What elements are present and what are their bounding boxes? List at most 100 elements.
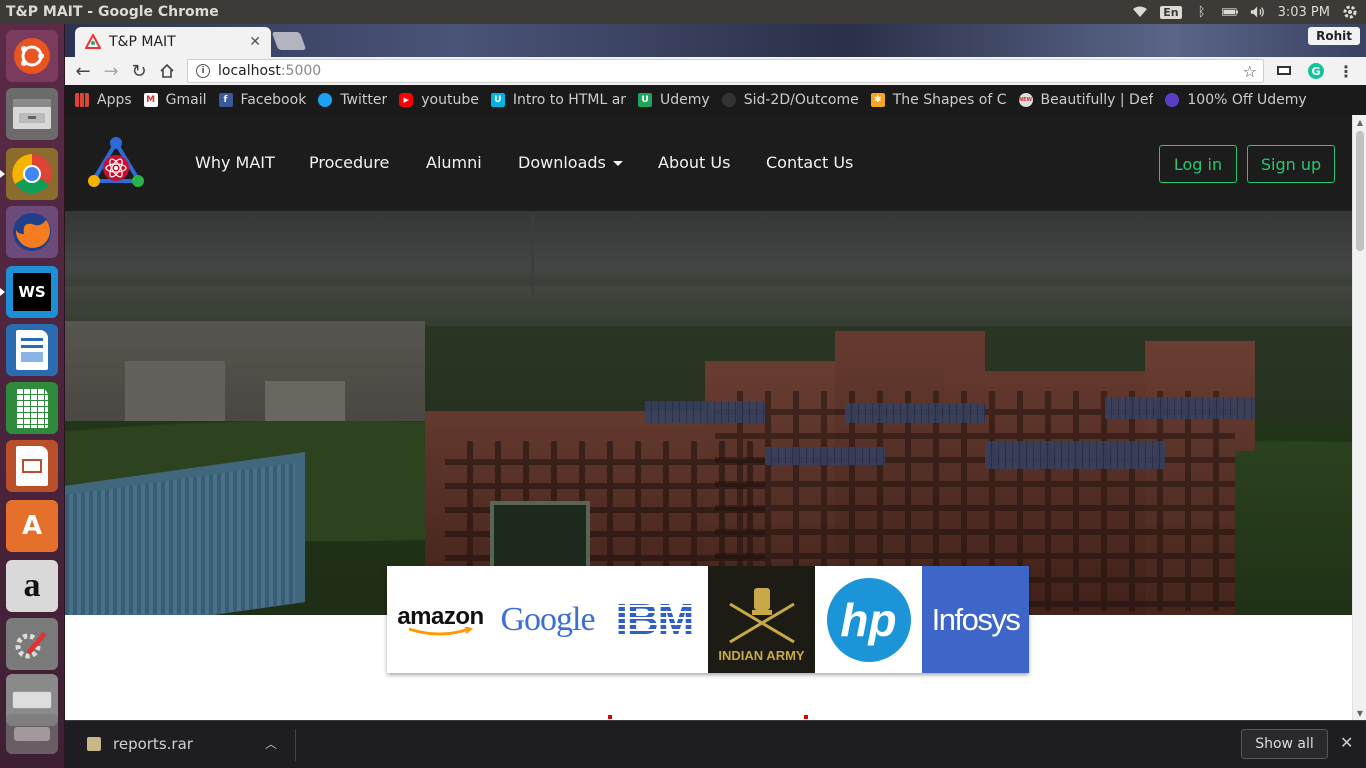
nav-downloads-label: Downloads bbox=[518, 153, 606, 172]
back-arrow-icon[interactable]: ← bbox=[69, 57, 97, 85]
volume-icon[interactable] bbox=[1250, 5, 1266, 19]
bookmark-apps[interactable]: Apps bbox=[75, 92, 132, 108]
recruiter-hp-logo: hp bbox=[815, 566, 922, 673]
bluetooth-icon[interactable]: ᛒ bbox=[1194, 5, 1210, 20]
launcher-trash[interactable] bbox=[6, 714, 58, 754]
nav-about-us[interactable]: About Us bbox=[658, 153, 730, 172]
launcher-libreoffice-impress[interactable] bbox=[6, 440, 58, 492]
nav-why-mait[interactable]: Why MAIT bbox=[195, 153, 275, 172]
scroll-up-arrow-icon[interactable]: ▲ bbox=[1353, 115, 1366, 129]
launcher-ubuntu-dash[interactable] bbox=[6, 30, 58, 82]
download-file-name[interactable]: reports.rar bbox=[113, 735, 193, 753]
bookmark-gmail[interactable]: M Gmail bbox=[143, 92, 207, 108]
udacity-icon: U bbox=[490, 93, 505, 107]
army-emblem-icon bbox=[728, 588, 795, 644]
asterisk-icon: ✱ bbox=[870, 93, 885, 107]
site-favicon-icon bbox=[84, 32, 102, 50]
profile-button[interactable]: Rohit bbox=[1308, 27, 1360, 45]
recruiter-google-logo: Google bbox=[494, 566, 601, 673]
youtube-icon: ▶ bbox=[399, 93, 414, 107]
reload-icon[interactable]: ↻ bbox=[125, 57, 153, 85]
clock[interactable]: 3:03 PM bbox=[1278, 5, 1330, 20]
bookmark-intro-html[interactable]: U Intro to HTML ar bbox=[490, 92, 626, 108]
bookmark-star-icon[interactable]: ☆ bbox=[1243, 62, 1257, 81]
nav-procedure[interactable]: Procedure bbox=[309, 153, 389, 172]
grammarly-extension-icon[interactable]: G bbox=[1306, 61, 1326, 81]
coupon-icon bbox=[1165, 93, 1180, 107]
home-icon[interactable] bbox=[153, 57, 181, 85]
shelf-divider bbox=[295, 729, 296, 761]
new-badge-icon: NEW bbox=[1018, 93, 1033, 107]
scrollbar-thumb[interactable] bbox=[1356, 131, 1364, 251]
gmail-icon: M bbox=[143, 93, 158, 107]
chrome-window: T&P MAIT ✕ Rohit ← → ↻ i localhost:5000 … bbox=[65, 24, 1366, 768]
decorative-dot bbox=[804, 715, 808, 719]
hero-campus-image bbox=[65, 211, 1352, 615]
launcher-amazon[interactable]: a bbox=[6, 560, 58, 612]
launcher-system-settings[interactable] bbox=[6, 618, 58, 670]
bookmark-sid-2d[interactable]: Sid-2D/Outcome bbox=[721, 92, 859, 108]
archive-file-icon bbox=[87, 737, 101, 751]
launcher-webstorm[interactable]: WS bbox=[6, 266, 58, 318]
apps-grid-icon bbox=[75, 93, 89, 107]
top-panel: T&P MAIT - Google Chrome En ᛒ 3:03 PM bbox=[0, 0, 1366, 24]
tab-strip: T&P MAIT ✕ Rohit bbox=[65, 24, 1366, 57]
download-shelf: reports.rar ︿ Show all ✕ bbox=[65, 720, 1366, 768]
unity-launcher: WS A a bbox=[0, 24, 65, 768]
tab-title: T&P MAIT bbox=[109, 34, 176, 50]
launcher-libreoffice-calc[interactable] bbox=[6, 382, 58, 434]
twitter-icon bbox=[318, 93, 333, 107]
bookmark-twitter[interactable]: Twitter bbox=[318, 92, 387, 108]
bookmark-facebook[interactable]: f Facebook bbox=[218, 92, 306, 108]
bookmark-udemy[interactable]: U Udemy bbox=[638, 92, 710, 108]
bookmark-youtube[interactable]: ▶ youtube bbox=[399, 92, 479, 108]
scroll-down-arrow-icon[interactable]: ▼ bbox=[1353, 706, 1366, 720]
facebook-icon: f bbox=[218, 93, 233, 107]
chrome-menu-icon[interactable]: ⋮ bbox=[1336, 61, 1356, 81]
close-icon[interactable]: ✕ bbox=[1340, 733, 1353, 752]
cast-extension-icon[interactable] bbox=[1274, 61, 1294, 81]
url-host: localhost bbox=[218, 63, 281, 79]
tab-active[interactable]: T&P MAIT ✕ bbox=[75, 27, 271, 57]
recruiter-infosys-logo: Infosys bbox=[922, 566, 1029, 673]
nav-downloads-dropdown[interactable]: Downloads bbox=[518, 153, 623, 172]
browser-toolbar: ← → ↻ i localhost:5000 ☆ G ⋮ bbox=[65, 57, 1366, 85]
recruiter-logos-strip: amazon Google IBM INDIAN ARMY hp Infosys bbox=[387, 566, 1029, 673]
recruiter-amazon-logo: amazon bbox=[387, 566, 494, 673]
launcher-software-center[interactable]: A bbox=[6, 500, 58, 552]
launcher-chrome[interactable] bbox=[6, 148, 58, 200]
window-title: T&P MAIT - Google Chrome bbox=[6, 4, 219, 20]
bookmark-udemy-off[interactable]: 100% Off Udemy bbox=[1165, 92, 1307, 108]
wifi-icon[interactable] bbox=[1132, 5, 1148, 19]
new-tab-button[interactable] bbox=[271, 32, 307, 50]
tab-close-icon[interactable]: ✕ bbox=[249, 34, 261, 50]
show-all-downloads-button[interactable]: Show all bbox=[1241, 729, 1328, 759]
nav-contact-us[interactable]: Contact Us bbox=[766, 153, 853, 172]
signup-button[interactable]: Sign up bbox=[1247, 145, 1335, 183]
chevron-up-icon[interactable]: ︿ bbox=[265, 735, 277, 752]
url-port: :5000 bbox=[280, 63, 322, 79]
login-button[interactable]: Log in bbox=[1159, 145, 1237, 183]
forward-arrow-icon[interactable]: → bbox=[97, 57, 125, 85]
site-info-icon[interactable]: i bbox=[196, 64, 210, 78]
udemy-icon: U bbox=[638, 93, 653, 107]
nav-alumni[interactable]: Alumni bbox=[426, 153, 482, 172]
battery-icon[interactable] bbox=[1221, 5, 1238, 19]
page-scrollbar[interactable]: ▲ ▼ bbox=[1352, 115, 1366, 720]
svg-text:G: G bbox=[1311, 65, 1320, 78]
system-tray: En ᛒ 3:03 PM bbox=[1132, 5, 1366, 20]
launcher-firefox[interactable] bbox=[6, 206, 58, 258]
recruiter-ibm-logo: IBM bbox=[601, 566, 708, 673]
launcher-file-manager[interactable] bbox=[6, 88, 58, 140]
bookmarks-bar: Apps M Gmail f Facebook Twitter ▶ youtub… bbox=[65, 85, 1366, 115]
bookmark-beautifully[interactable]: NEW Beautifully | Def bbox=[1018, 92, 1153, 108]
address-bar[interactable]: i localhost:5000 ☆ bbox=[187, 59, 1264, 83]
caret-down-icon bbox=[612, 161, 623, 166]
keyboard-layout-indicator[interactable]: En bbox=[1160, 5, 1182, 19]
recruiter-indian-army-logo: INDIAN ARMY bbox=[708, 566, 815, 673]
launcher-libreoffice-writer[interactable] bbox=[6, 324, 58, 376]
bookmark-shapes-of-css[interactable]: ✱ The Shapes of C bbox=[870, 92, 1007, 108]
mait-logo[interactable] bbox=[85, 135, 147, 191]
github-icon bbox=[721, 93, 736, 107]
settings-gear-icon[interactable] bbox=[1342, 5, 1358, 19]
